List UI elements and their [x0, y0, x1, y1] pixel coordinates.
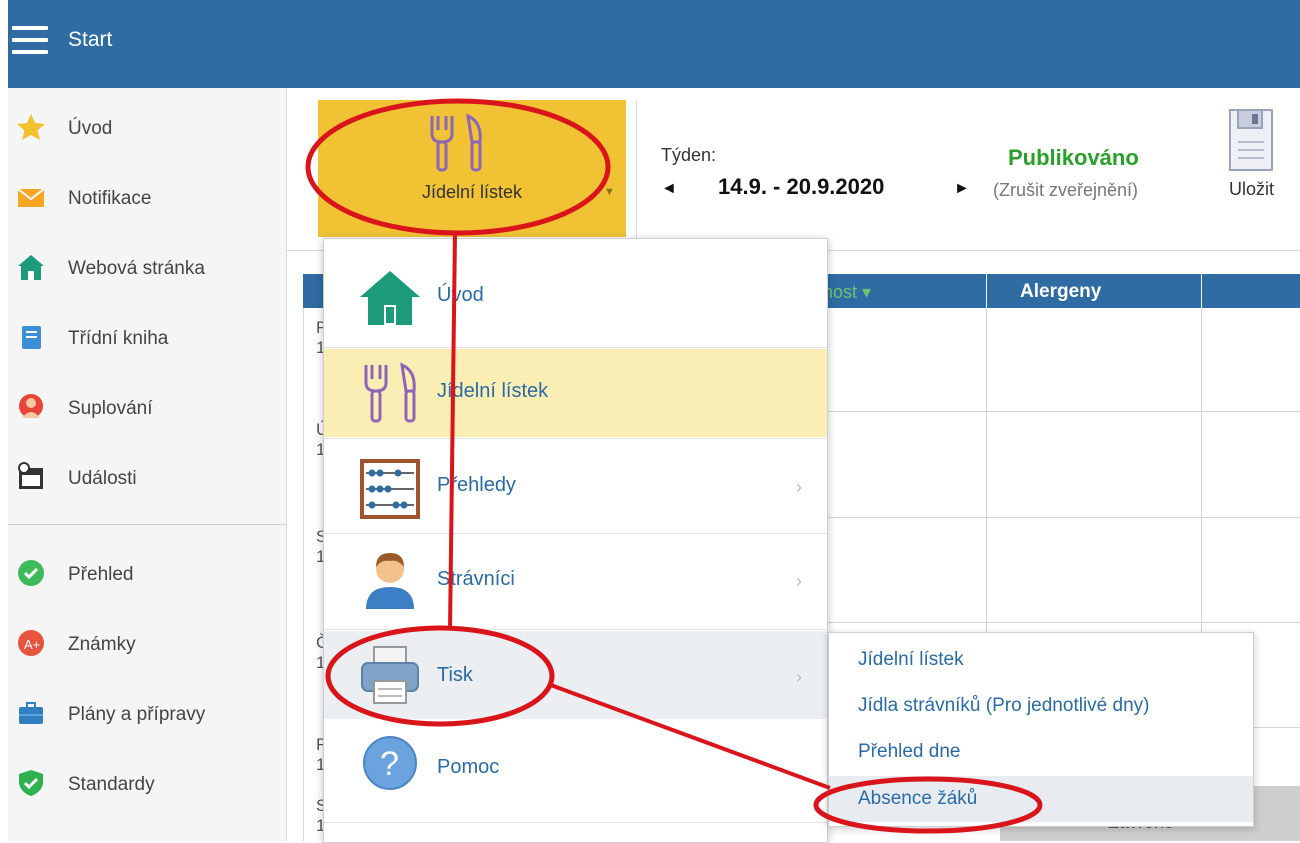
sidebar-item-label: Přehled: [68, 564, 134, 585]
submenu-item-jidla-stravniku[interactable]: Jídla strávníků (Pro jednotlivé dny): [829, 683, 1253, 729]
grid-line: [826, 517, 1300, 518]
status-published: Publikováno: [1008, 145, 1139, 170]
dropdown-divider: [324, 822, 827, 823]
sidebar-item-plany-a-pripravy[interactable]: Plány a přípravy: [8, 684, 286, 744]
sidebar-item-webova-stranka[interactable]: Webová stránka: [8, 238, 286, 298]
main-dropdown-menu: Úvod Jídelní lístek Přehledy › Strávníci…: [323, 238, 828, 843]
unpublish-link[interactable]: (Zrušit zveřejnění): [993, 180, 1138, 201]
sidebar-item-label: Standardy: [68, 774, 155, 795]
sidebar-item-label: Suplování: [68, 398, 153, 419]
briefcase-icon: [19, 702, 43, 724]
grade-icon: A+: [18, 630, 44, 656]
column-divider: [1201, 274, 1202, 308]
fork-knife-icon: [430, 113, 482, 172]
print-submenu: Jídelní lístek Jídla strávníků (Pro jedn…: [828, 632, 1254, 827]
sidebar-item-prehled[interactable]: Přehled: [8, 544, 286, 604]
left-edge: [0, 0, 8, 88]
toolbar-divider: [636, 100, 637, 240]
calendar-icon: [18, 462, 43, 489]
chevron-down-icon: ▼: [604, 186, 615, 198]
sidebar-item-standardy[interactable]: Standardy: [8, 754, 286, 814]
hamburger-menu-icon[interactable]: [12, 26, 48, 56]
dropdown-item-prehledy[interactable]: Přehledy ›: [324, 441, 827, 533]
person-icon: [366, 553, 414, 609]
dropdown-item-uvod[interactable]: Úvod: [324, 251, 827, 343]
submenu-item-label: Jídelní lístek: [858, 649, 964, 670]
sidebar-item-suplovani[interactable]: Suplování: [8, 378, 286, 438]
week-range: 14.9. - 20.9.2020: [718, 174, 885, 199]
dropdown-item-label: Jídelní lístek: [437, 380, 549, 402]
menu-button-label: Jídelní lístek: [421, 182, 523, 202]
dropdown-item-label: Pomoc: [437, 756, 500, 778]
dropdown-item-label: Přehledy: [437, 474, 516, 496]
grid-line: [1252, 727, 1300, 728]
dropdown-divider: [324, 629, 827, 630]
column-divider: [986, 274, 987, 308]
column-header-nost[interactable]: nost ▾: [823, 282, 871, 303]
dropdown-item-stravnici[interactable]: Strávníci ›: [324, 535, 827, 627]
fork-knife-icon: [364, 362, 416, 423]
prev-week-arrow-icon[interactable]: ◄: [661, 180, 677, 198]
chevron-right-icon: ›: [796, 477, 802, 497]
sidebar-item-notifikace[interactable]: Notifikace: [8, 168, 286, 228]
submenu-item-jidelni-listek[interactable]: Jídelní lístek: [829, 637, 1253, 683]
save-icon[interactable]: [1228, 108, 1274, 172]
grid-line: [826, 622, 1300, 623]
sidebar-item-udalosti[interactable]: Události: [8, 448, 286, 508]
sidebar-divider: [8, 524, 286, 525]
sidebar-item-znamky[interactable]: A+ Známky: [8, 614, 286, 674]
printer-icon: [361, 646, 419, 704]
abacus-icon: [360, 459, 420, 519]
submenu-item-label: Přehled dne: [858, 741, 961, 762]
submenu-item-absence-zaku[interactable]: Absence žáků: [829, 776, 1253, 822]
dropdown-item-jidelni-listek[interactable]: Jídelní lístek: [324, 349, 827, 437]
dropdown-item-tisk[interactable]: Tisk ›: [324, 631, 827, 719]
sidebar-item-label: Známky: [68, 634, 136, 655]
app-title[interactable]: Start: [68, 28, 112, 52]
next-week-arrow-icon[interactable]: ►: [954, 180, 970, 198]
submenu-item-label: Absence žáků: [858, 788, 978, 809]
sidebar-item-label: Třídní kniha: [68, 328, 169, 349]
sidebar-item-label: Plány a přípravy: [68, 704, 206, 725]
chevron-right-icon: ›: [796, 571, 802, 591]
sidebar-item-label: Webová stránka: [68, 258, 205, 279]
chevron-right-icon: ›: [796, 667, 802, 687]
menu-button-jidelni-listek[interactable]: Jídelní lístek ▼: [318, 100, 626, 237]
house-icon: [18, 255, 44, 280]
week-label: Týden:: [661, 145, 717, 165]
top-bar: Start: [0, 0, 1300, 88]
book-icon: [22, 326, 41, 349]
sidebar-item-label: Události: [68, 468, 137, 489]
save-label[interactable]: Uložit: [1229, 179, 1274, 200]
column-header-alergeny: Alergeny: [1020, 281, 1102, 302]
submenu-item-prehled-dne[interactable]: Přehled dne: [829, 729, 1253, 775]
envelope-icon: [17, 188, 45, 207]
check-circle-icon: [18, 560, 44, 586]
svg-text:?: ?: [380, 745, 399, 783]
dropdown-item-pomoc[interactable]: ? Pomoc: [324, 723, 827, 815]
sidebar: Úvod Notifikace Webová stránka Třídní kn…: [8, 88, 287, 841]
submenu-item-label: Jídla strávníků (Pro jednotlivé dny): [858, 695, 1150, 716]
house-icon: [360, 271, 420, 325]
shield-check-icon: [19, 770, 43, 796]
dropdown-item-label: Úvod: [437, 284, 484, 306]
dropdown-item-label: Strávníci: [437, 568, 515, 590]
svg-text:A+: A+: [24, 637, 40, 652]
star-icon: [17, 114, 45, 140]
sidebar-item-uvod[interactable]: Úvod: [8, 98, 286, 158]
dropdown-divider: [324, 438, 827, 439]
grid-line: [303, 308, 304, 841]
dropdown-divider: [324, 347, 827, 348]
person-circle-icon: [19, 394, 43, 418]
question-icon: ?: [363, 736, 417, 790]
dropdown-item-label: Tisk: [437, 664, 473, 686]
sidebar-item-tridni-kniha[interactable]: Třídní kniha: [8, 308, 286, 368]
sidebar-item-label: Úvod: [68, 118, 113, 139]
dropdown-divider: [324, 533, 827, 534]
sidebar-item-label: Notifikace: [68, 188, 152, 209]
grid-line: [826, 411, 1300, 412]
